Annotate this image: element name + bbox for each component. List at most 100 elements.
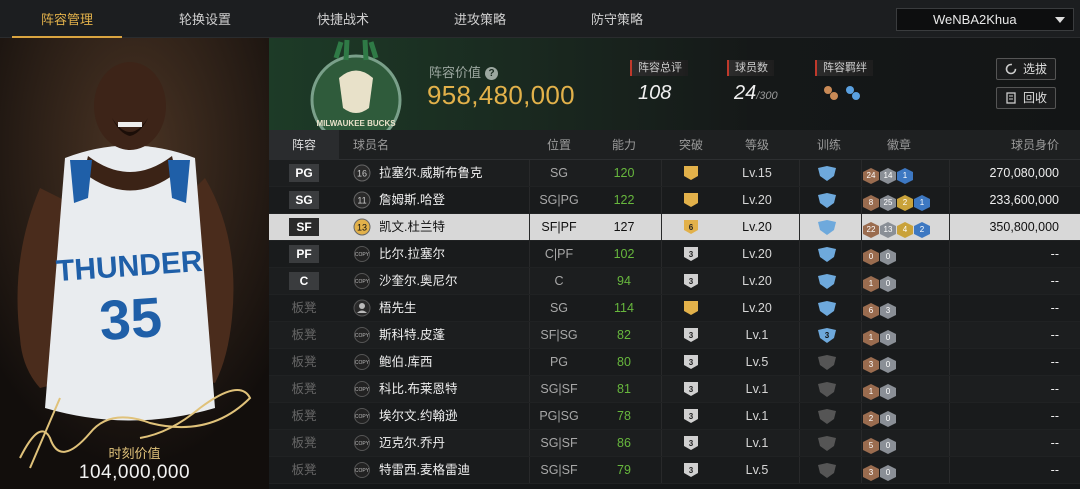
training-icon[interactable] [817, 220, 837, 235]
col-level[interactable]: 等级 [727, 130, 787, 160]
player-position: SF|SG [540, 328, 578, 342]
training-icon[interactable] [817, 247, 837, 262]
lineup-slot: PF [269, 241, 339, 267]
badge-list[interactable]: 10 [863, 273, 897, 292]
table-row[interactable]: 板凳 COPY 科比.布莱恩特 SG|SF 81 3 Lv.1 1 0 -- [269, 376, 1080, 403]
badge-silver: 13 [880, 222, 896, 238]
badge-list[interactable]: 30 [863, 354, 897, 373]
col-power[interactable]: 能力 [594, 130, 654, 160]
table-row[interactable]: 板凳 COPY 埃尔文.约翰逊 PG|SG 78 3 Lv.1 2 0 -- [269, 403, 1080, 430]
badge-list[interactable]: 10 [863, 381, 897, 400]
col-lineup[interactable]: 阵容 [269, 130, 339, 160]
player-power: 79 [617, 463, 631, 477]
badge-bronze: 3 [863, 465, 879, 481]
badge-list[interactable]: 8 25 2 1 [863, 192, 931, 211]
player-position: C|PF [544, 247, 574, 261]
svg-text:3: 3 [689, 250, 694, 259]
badge-silver: 0 [880, 465, 896, 481]
training-icon[interactable] [817, 301, 837, 316]
badge-list[interactable]: 63 [863, 300, 897, 319]
svg-text:3: 3 [689, 358, 694, 367]
col-price[interactable]: 球员身价 [959, 130, 1059, 160]
lineup-slot: 板凳 [291, 463, 317, 477]
player-name: 凯文.杜兰特 [379, 220, 445, 234]
player-name: 斯科特.皮蓬 [379, 328, 445, 342]
player-name: 詹姆斯.哈登 [379, 193, 445, 207]
recycle-button[interactable]: 回收 [996, 87, 1056, 109]
lineup-summary: MILWAUKEE BUCKS 阵容价值? 958,480,000 阵容总评 1… [269, 38, 1080, 130]
player-name: 特雷西.麦格雷迪 [379, 463, 470, 477]
chemistry-blue-icon [846, 86, 860, 100]
player-position: SG|PG [539, 193, 579, 207]
badge-list[interactable]: 20 [863, 408, 897, 427]
chemistry-icons[interactable] [821, 84, 865, 104]
training-icon[interactable] [817, 355, 837, 370]
copy-card-icon: COPY [354, 246, 370, 262]
help-icon[interactable]: ? [485, 67, 499, 80]
table-row[interactable]: SF 13 凯文.杜兰特 SF|PF 127 6 Lv.20 22 13 4 2 350,800,00… [269, 214, 1080, 241]
player-level: Lv.15 [742, 166, 772, 180]
tab-lineup[interactable]: 阵容管理 [12, 0, 122, 38]
account-name: WeNBA2Khua [933, 12, 1017, 27]
table-row[interactable]: SG 11 詹姆斯.哈登 SG|PG 122 Lv.20 8 25 2 1 233,600,000 [269, 187, 1080, 214]
copy-card-icon: COPY [354, 273, 370, 289]
training-icon[interactable] [817, 382, 837, 397]
player-position: SG|SF [540, 382, 578, 396]
badge-silver: 3 [880, 303, 896, 319]
badge-bronze: 22 [863, 222, 879, 238]
training-icon[interactable] [817, 274, 837, 289]
player-name: 比尔.拉塞尔 [379, 247, 445, 261]
table-row[interactable]: 板凳 梧先生 SG 114 Lv.20 6 3 -- [269, 295, 1080, 322]
badge-silver: 0 [880, 357, 896, 373]
player-level: Lv.20 [742, 193, 772, 207]
table-body: PG 16 拉塞尔.威斯布鲁克 SG 120 Lv.15 24 14 1 270,080,000 S… [269, 160, 1080, 484]
lineup-slot: 板凳 [291, 355, 317, 369]
featured-player-card[interactable]: THUNDER 35 时刻价值 104,000,000 [0, 38, 269, 489]
col-position[interactable]: 位置 [529, 130, 589, 160]
badge-list[interactable]: 50 [863, 435, 897, 454]
training-icon[interactable] [817, 193, 837, 208]
col-badges[interactable]: 徽章 [869, 130, 929, 160]
tab-offense[interactable]: 进攻策略 [425, 0, 535, 38]
chevron-down-icon [1055, 17, 1065, 23]
player-price: -- [1050, 436, 1059, 450]
player-price: 233,600,000 [989, 193, 1059, 207]
account-dropdown[interactable]: WeNBA2Khua [896, 8, 1074, 31]
table-row[interactable]: 板凳 COPY 特雷西.麦格雷迪 SG|SF 79 3 Lv.5 3 0 -- [269, 457, 1080, 484]
badge-list[interactable]: 00 [863, 246, 897, 265]
player-power: 102 [613, 247, 635, 261]
badge-list[interactable]: 22 13 4 2 [863, 219, 931, 238]
player-name: 鲍伯.库西 [379, 355, 433, 369]
player-portrait: THUNDER 35 [0, 38, 269, 489]
badge-bronze: 3 [863, 357, 879, 373]
training-icon[interactable] [817, 463, 837, 478]
tab-rotation[interactable]: 轮换设置 [150, 0, 260, 38]
badge-list[interactable]: 24 14 1 [863, 165, 914, 184]
badge-list[interactable]: 30 [863, 462, 897, 481]
select-button[interactable]: 选拔 [996, 58, 1056, 80]
player-level: Lv.5 [745, 463, 769, 477]
table-row[interactable]: PF COPY 比尔.拉塞尔 C|PF 102 3 Lv.20 0 0 -- [269, 241, 1080, 268]
col-training[interactable]: 训练 [799, 130, 859, 160]
table-row[interactable]: 板凳 COPY 斯科特.皮蓬 SF|SG 82 3 Lv.1 3 1 0 -- [269, 322, 1080, 349]
document-icon [1006, 92, 1016, 104]
player-name: 拉塞尔.威斯布鲁克 [379, 166, 483, 180]
player-name: 埃尔文.约翰逊 [379, 409, 458, 423]
player-level: Lv.1 [745, 382, 769, 396]
badge-list[interactable]: 10 [863, 327, 897, 346]
tab-quick-tactics[interactable]: 快捷战术 [288, 0, 398, 38]
table-row[interactable]: 板凳 COPY 迈克尔.乔丹 SG|SF 86 3 Lv.1 5 0 -- [269, 430, 1080, 457]
table-row[interactable]: C COPY 沙奎尔.奥尼尔 C 94 3 Lv.20 1 0 -- [269, 268, 1080, 295]
training-icon[interactable] [817, 409, 837, 424]
training-icon[interactable]: 3 [817, 328, 837, 343]
table-row[interactable]: PG 16 拉塞尔.威斯布鲁克 SG 120 Lv.15 24 14 1 270,080,000 [269, 160, 1080, 187]
player-power: 78 [617, 409, 631, 423]
training-icon[interactable] [817, 166, 837, 181]
player-level: Lv.20 [742, 274, 772, 288]
training-icon[interactable] [817, 436, 837, 451]
moment-value: 104,000,000 [78, 462, 191, 483]
col-breakthrough[interactable]: 突破 [661, 130, 721, 160]
tab-defense[interactable]: 防守策略 [562, 0, 672, 38]
col-name[interactable]: 球员名 [353, 130, 413, 160]
table-row[interactable]: 板凳 COPY 鲍伯.库西 PG 80 3 Lv.5 3 0 -- [269, 349, 1080, 376]
